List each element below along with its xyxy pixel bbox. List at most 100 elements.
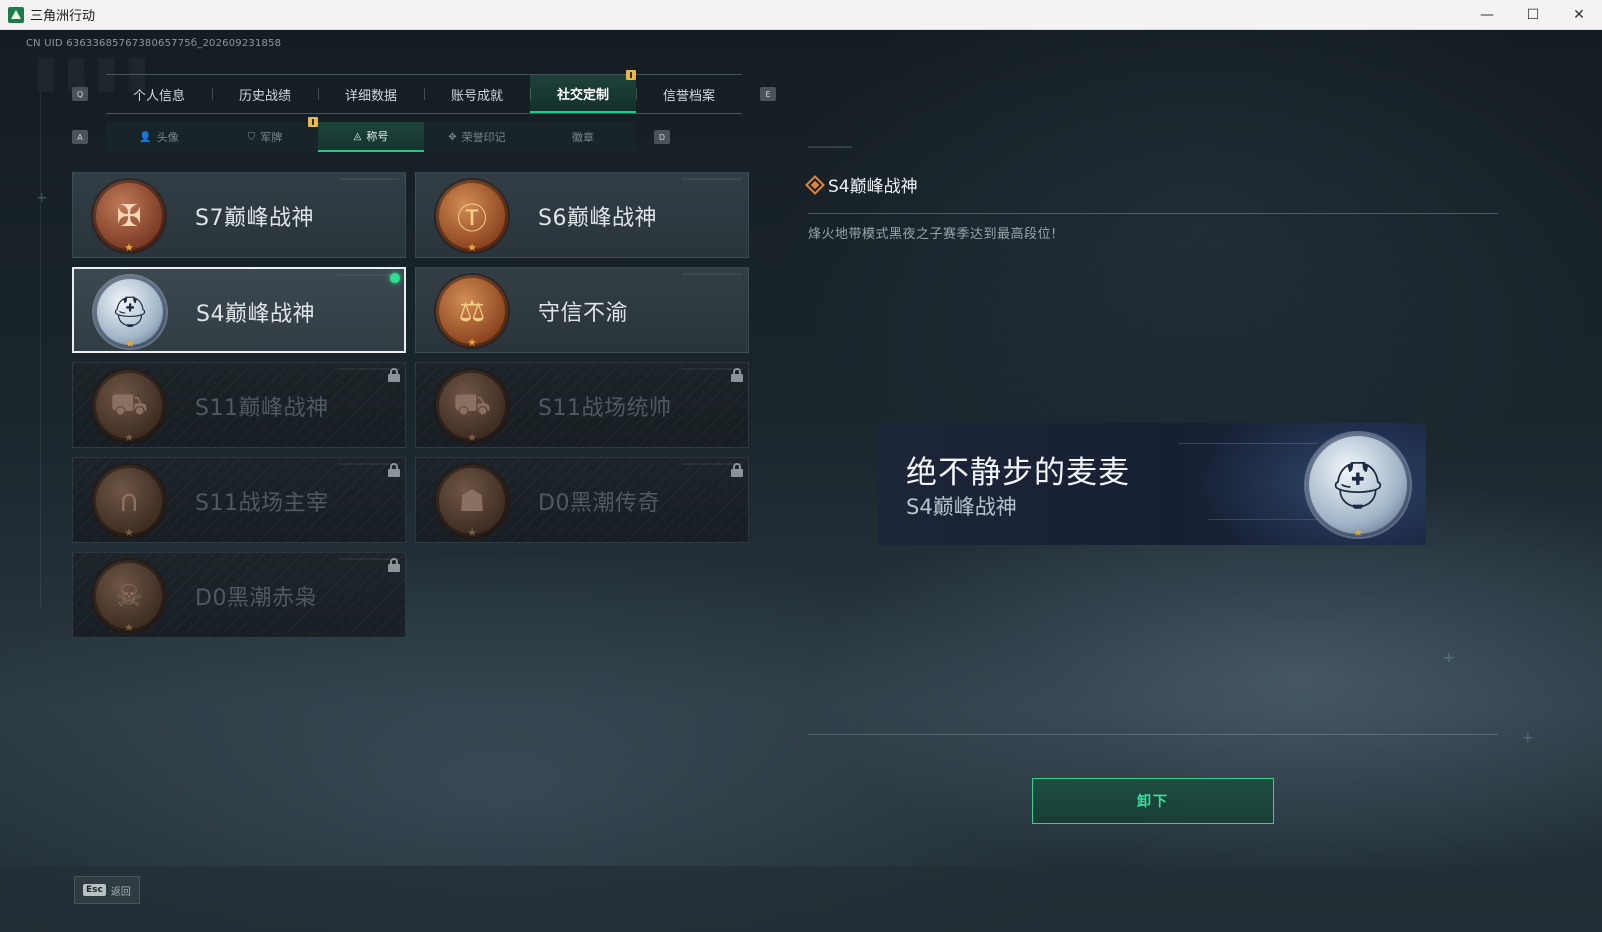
tank-medal-icon: ⛟ ★ — [93, 370, 165, 444]
tab-sub-1[interactable]: ⛉ 军牌 — [212, 117, 318, 152]
tab-main-3[interactable]: 账号成就 — [424, 75, 530, 113]
dogtag-icon: ⛉ — [247, 131, 256, 143]
night-vision-helmet-medal-icon: ⛑ ★ — [94, 276, 166, 350]
lock-icon — [388, 463, 400, 477]
title-card-label: S7巅峰战神 — [195, 206, 314, 231]
tab-main-4[interactable]: 社交定制 — [530, 70, 636, 113]
star-icon: ★ — [467, 526, 477, 539]
detail-header: S4巅峰战神 — [805, 172, 918, 197]
divider — [808, 734, 1498, 735]
title-card-label: S4巅峰战神 — [196, 302, 315, 327]
title-diamond-icon — [805, 174, 825, 195]
title-card-label: D0黑潮赤枭 — [195, 586, 317, 611]
main-tab-bar: Q 个人信息 历史战绩 详细数据 账号成就 社交定制 信誉档案 E — [72, 70, 776, 114]
honor-mark-icon: ✥ — [448, 131, 457, 143]
close-button[interactable]: ✕ — [1556, 0, 1602, 30]
tab-main-2[interactable]: 详细数据 — [318, 75, 424, 113]
title-card-label: S11战场主宰 — [195, 491, 329, 516]
title-card-label: S11战场统帅 — [538, 396, 672, 421]
back-label: 返回 — [110, 886, 131, 898]
plus-decoration-icon: + — [1443, 650, 1455, 666]
unequip-button[interactable]: 卸下 — [1032, 778, 1274, 824]
star-icon: ★ — [124, 431, 134, 444]
circuit-decoration — [1178, 443, 1318, 444]
subtab-label: 称号 — [366, 130, 389, 143]
title-card[interactable]: ☗ ★ D0黑潮传奇 — [415, 457, 749, 543]
scales-medal-icon: ⚖ ★ — [436, 275, 508, 349]
arch-medal-icon: ∩ ★ — [93, 465, 165, 539]
armored-vehicle-medal-icon: ⛟ ★ — [436, 370, 508, 444]
plus-decoration-icon: + — [1522, 730, 1534, 746]
tab-sub-0[interactable]: 👤 头像 — [106, 122, 212, 152]
person-icon: 👤 — [139, 131, 152, 143]
tab-label: 账号成就 — [450, 88, 503, 104]
subtab-label: 军牌 — [260, 131, 283, 144]
subtab-label: 荣誉印记 — [461, 131, 506, 144]
star-icon: ★ — [124, 526, 134, 539]
title-card[interactable]: ✠ ★ S7巅峰战神 — [72, 172, 406, 258]
crossbow-medal-icon: ✠ ★ — [93, 180, 165, 254]
prev-subtab-key-hint[interactable]: A — [72, 130, 88, 144]
title-card[interactable]: ⛟ ★ S11战场统帅 — [415, 362, 749, 448]
card-decoration — [338, 274, 398, 276]
tab-main-1[interactable]: 历史战绩 — [212, 75, 318, 113]
back-button[interactable]: Esc 返回 — [74, 876, 140, 904]
star-icon: ★ — [124, 621, 134, 634]
next-subtab-key-hint[interactable]: D — [654, 130, 670, 144]
notice-badge-icon — [626, 70, 636, 80]
tab-label: 信誉档案 — [662, 88, 715, 104]
card-decoration — [339, 178, 399, 180]
tab-label: 历史战绩 — [238, 88, 291, 104]
preview-title: S4巅峰战神 — [906, 495, 1017, 519]
tab-label: 详细数据 — [344, 88, 397, 104]
plus-decoration-icon: + — [36, 190, 48, 206]
title-card[interactable]: ⛑ ★ S4巅峰战神 — [72, 267, 406, 353]
preview-player-name: 绝不静步的麦麦 — [906, 455, 1130, 491]
game-screen: ▮▮▮▮ CN UID 6363368576738065775б_2026092… — [0, 30, 1602, 932]
window-title: 三角洲行动 — [30, 9, 96, 24]
title-card-label: S6巅峰战神 — [538, 206, 657, 231]
sub-tab-bar: A 👤 头像 ⛉ 军牌 ◬ 称号 ✥ 荣誉印记 徽章 D — [72, 117, 670, 152]
title-card[interactable]: ⚖ ★ 守信不渝 — [415, 267, 749, 353]
circuit-decoration — [1208, 519, 1328, 520]
lock-icon — [388, 368, 400, 382]
title-card-label: S11巅峰战神 — [195, 396, 329, 421]
title-card[interactable]: Ⓣ ★ S6巅峰战神 — [415, 172, 749, 258]
app-logo-icon — [8, 6, 24, 23]
tab-sub-2[interactable]: ◬ 称号 — [318, 122, 424, 152]
lock-icon — [388, 558, 400, 572]
night-vision-helmet-medal-icon: ⛑ ★ — [1306, 433, 1410, 539]
esc-key-icon: Esc — [83, 884, 106, 896]
maximize-button[interactable]: ☐ — [1510, 0, 1556, 30]
tab-main-0[interactable]: 个人信息 — [106, 75, 212, 113]
notice-badge-icon — [308, 117, 318, 127]
tab-sub-4[interactable]: 徽章 — [530, 122, 636, 152]
title-card[interactable]: ∩ ★ S11战场主宰 — [72, 457, 406, 543]
window-controls: — ☐ ✕ — [1464, 0, 1602, 30]
sub-tab-strip: 👤 头像 ⛉ 军牌 ◬ 称号 ✥ 荣誉印记 徽章 — [106, 117, 636, 152]
decorative-line — [40, 90, 41, 610]
divider — [808, 213, 1498, 214]
star-icon: ★ — [467, 241, 477, 254]
title-card[interactable]: ⛟ ★ S11巅峰战神 — [72, 362, 406, 448]
prev-tab-key-hint[interactable]: Q — [72, 87, 88, 101]
minimize-button[interactable]: — — [1464, 0, 1510, 30]
star-icon: ★ — [1353, 526, 1363, 539]
tab-label: 社交定制 — [556, 87, 609, 103]
uid-label: CN UID 6363368576738065775б_202609231858 — [26, 38, 282, 49]
title-card-label: D0黑潮传奇 — [538, 491, 660, 516]
masked-face-medal-icon: ☠ ★ — [93, 560, 165, 634]
card-decoration — [682, 273, 742, 275]
title-card[interactable]: ☠ ★ D0黑潮赤枭 — [72, 552, 406, 638]
tab-label: 个人信息 — [132, 88, 185, 104]
card-decoration — [682, 178, 742, 180]
next-tab-key-hint[interactable]: E — [760, 87, 776, 101]
tab-main-5[interactable]: 信誉档案 — [636, 75, 742, 113]
nameplate-preview: 绝不静步的麦麦 S4巅峰战神 ⛑ ★ — [878, 423, 1426, 545]
t-emblem-medal-icon: Ⓣ ★ — [436, 180, 508, 254]
hooded-figure-medal-icon: ☗ ★ — [436, 465, 508, 539]
tab-sub-3[interactable]: ✥ 荣誉印记 — [424, 122, 530, 152]
title-card-label: 守信不渝 — [538, 301, 629, 326]
lock-icon — [731, 368, 743, 382]
subtab-label: 徽章 — [572, 131, 594, 144]
